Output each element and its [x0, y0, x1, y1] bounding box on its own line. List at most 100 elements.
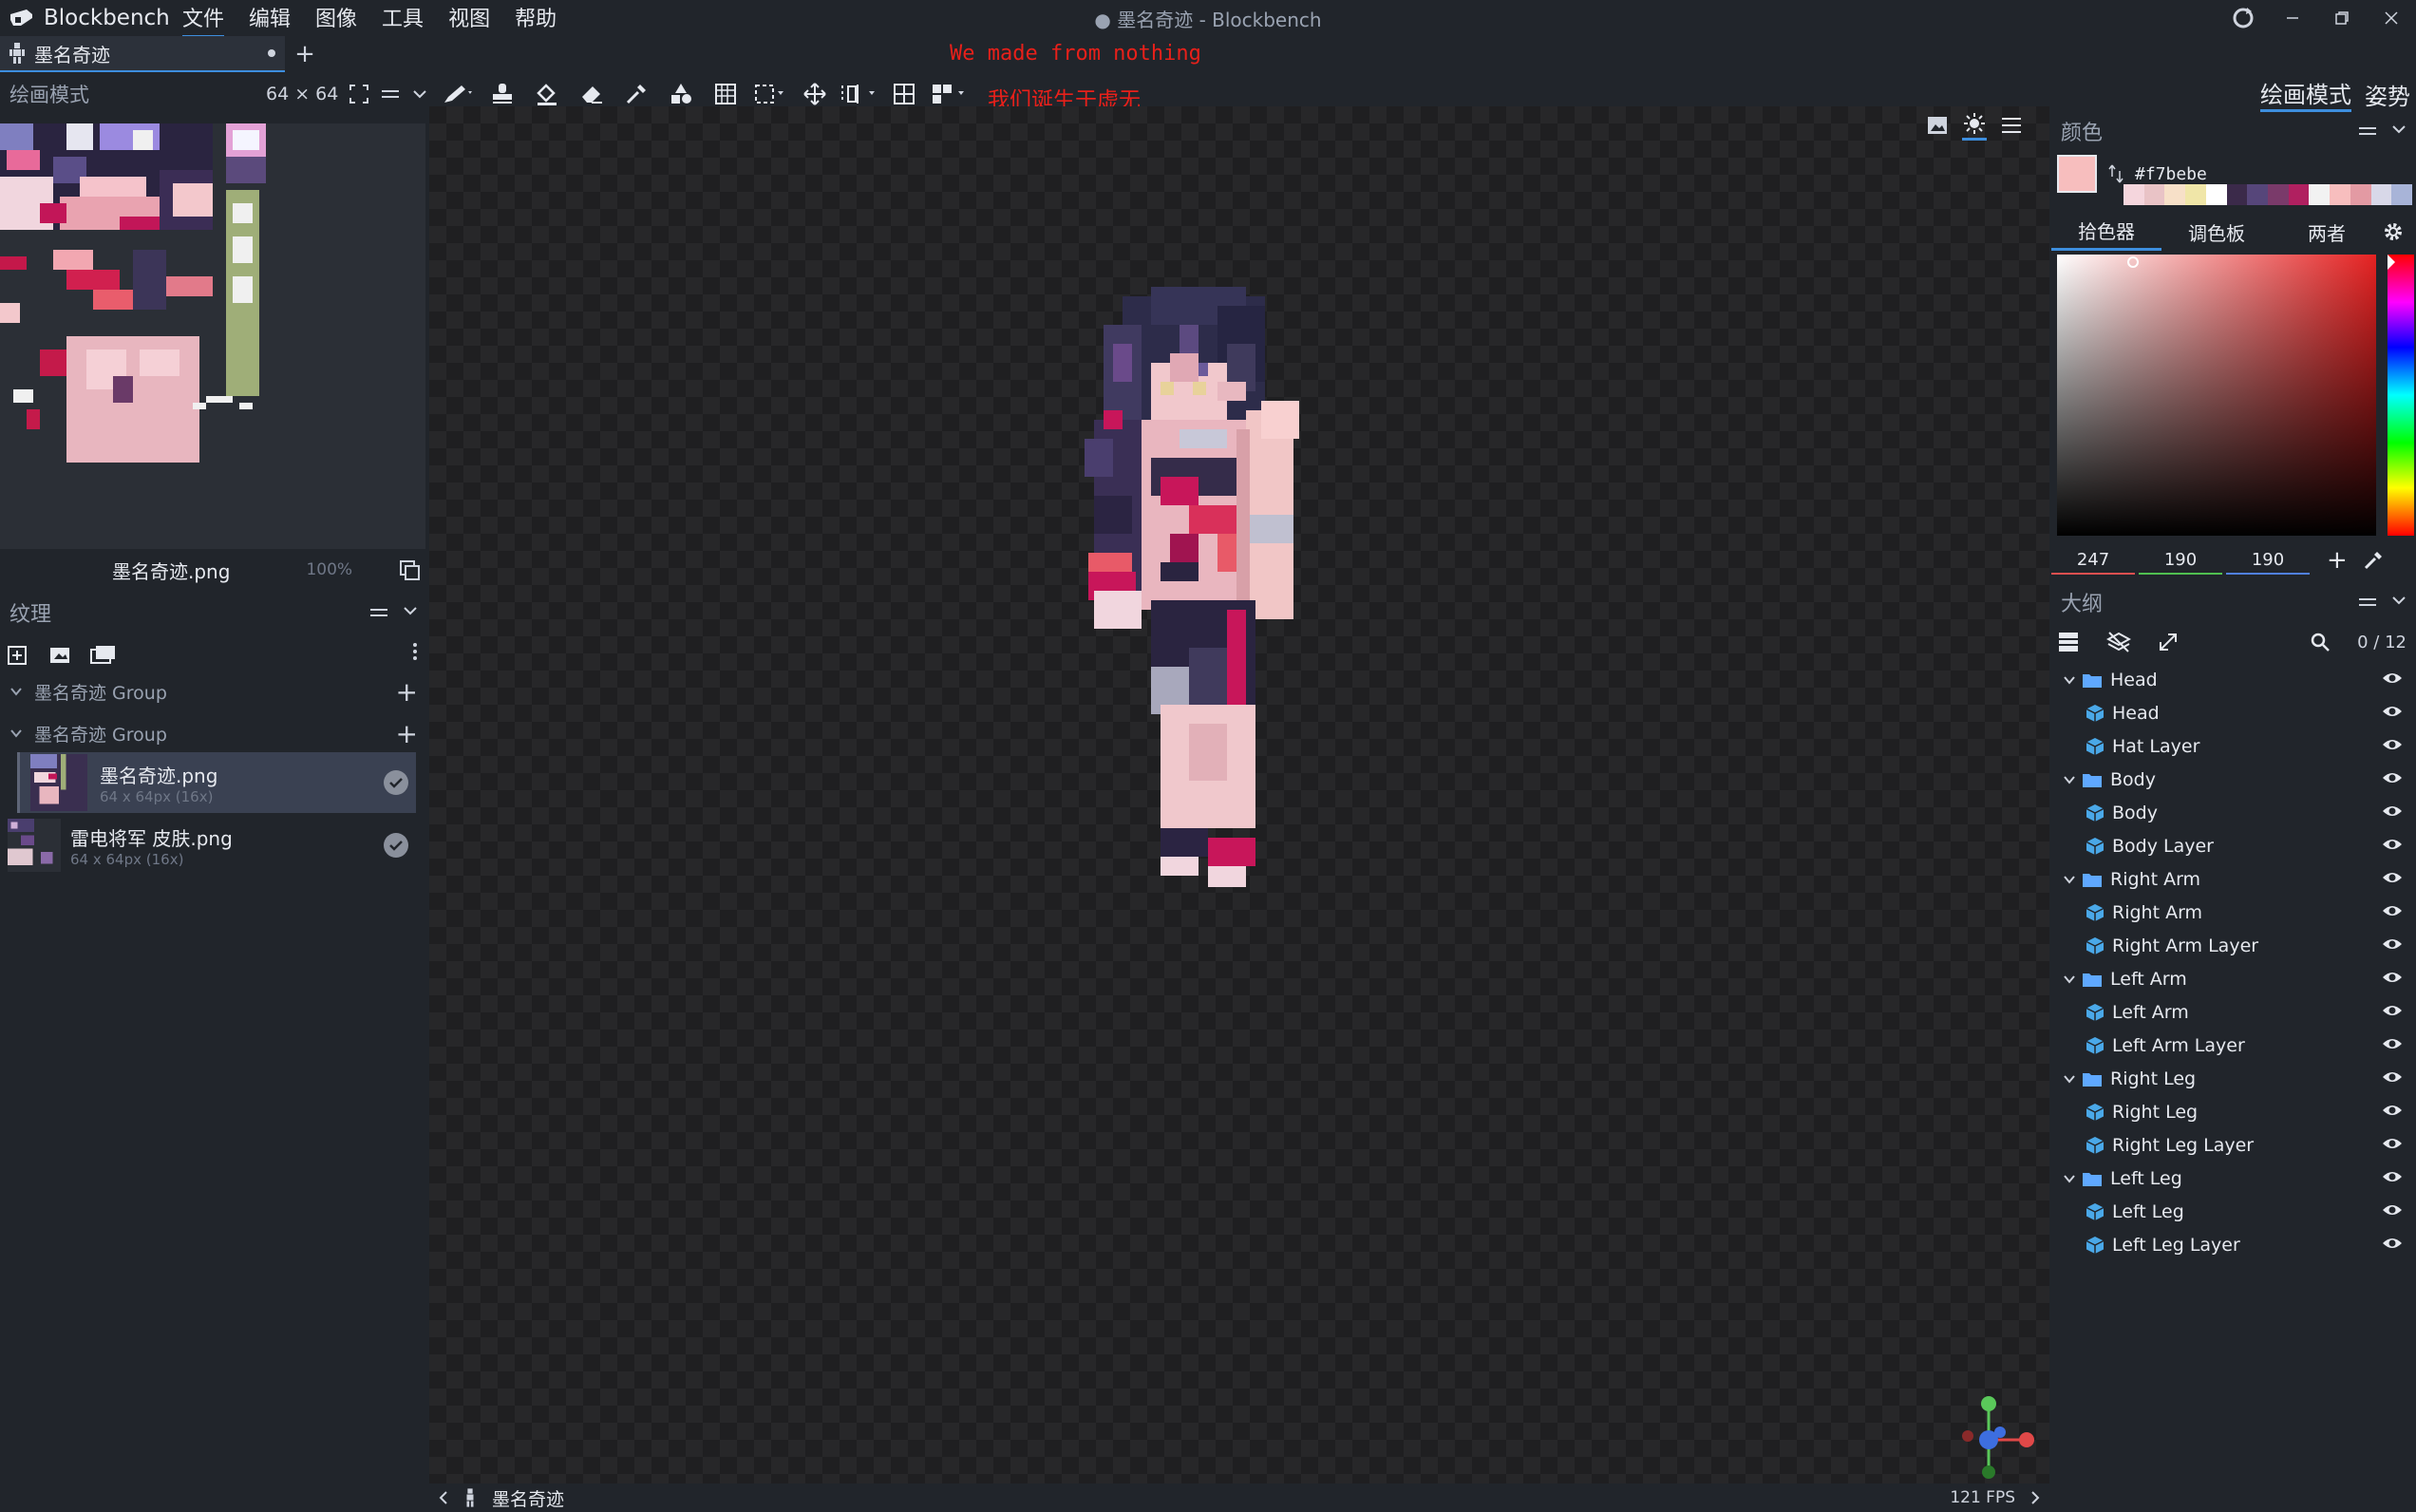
palette-swatch[interactable] — [2350, 184, 2371, 205]
outliner-cube[interactable]: Left Leg — [2051, 1195, 2416, 1228]
outliner-cube[interactable]: Left Arm — [2051, 995, 2416, 1029]
panel-menu-icon[interactable] — [380, 87, 401, 101]
chevron-down-icon[interactable] — [2051, 775, 2080, 784]
eyedropper-icon[interactable] — [2363, 550, 2384, 571]
eye-icon[interactable] — [2382, 903, 2403, 918]
import-texture-icon[interactable] — [47, 642, 74, 667]
blue-input[interactable]: 190 — [2226, 546, 2310, 575]
palette-swatch[interactable] — [2123, 184, 2144, 205]
app-brand[interactable]: Blockbench — [8, 0, 170, 36]
tab-palette[interactable]: 调色板 — [2161, 215, 2272, 250]
outliner-cube[interactable]: Right Leg — [2051, 1095, 2416, 1128]
texture-folder-icon[interactable] — [89, 642, 118, 667]
eye-icon[interactable] — [2382, 1036, 2403, 1051]
outliner-group[interactable]: Body — [2051, 763, 2416, 796]
saturation-value-picker[interactable] — [2057, 255, 2376, 536]
eye-icon[interactable] — [2382, 1136, 2403, 1151]
palette-swatch[interactable] — [2268, 184, 2289, 205]
eye-icon[interactable] — [2382, 936, 2403, 952]
menu-item[interactable]: 帮助 — [515, 0, 557, 38]
sync-icon[interactable] — [2218, 0, 2268, 36]
eye-icon[interactable] — [2382, 970, 2403, 985]
picker-handle[interactable] — [2127, 256, 2139, 268]
panel-menu-icon[interactable] — [368, 606, 389, 619]
texture-item[interactable]: 墨名奇迹.png 64 x 64px (16x) — [17, 752, 416, 813]
current-color-swatch[interactable] — [2057, 155, 2097, 193]
chevron-down-icon[interactable] — [9, 687, 23, 696]
eye-icon[interactable] — [2382, 837, 2403, 852]
chevron-down-icon[interactable] — [2051, 675, 2080, 685]
color-palette-strip[interactable] — [2123, 184, 2413, 205]
axis-gizmo-icon[interactable] — [1951, 1392, 2042, 1484]
outliner-group[interactable]: Head — [2051, 663, 2416, 696]
palette-swatch[interactable] — [2391, 184, 2413, 205]
eye-icon[interactable] — [2382, 803, 2403, 819]
restore-button[interactable] — [2317, 0, 2367, 36]
chevron-down-icon[interactable] — [2391, 595, 2407, 609]
eye-icon[interactable] — [2382, 770, 2403, 785]
texture-item[interactable]: 雷电将军 皮肤.png 64 x 64px (16x) — [0, 815, 416, 876]
chevron-down-icon[interactable] — [412, 89, 427, 99]
add-cube-icon[interactable] — [2057, 631, 2080, 653]
tab-project[interactable]: 墨名奇迹 — [0, 36, 285, 72]
eye-icon[interactable] — [2382, 671, 2403, 686]
outliner-cube[interactable]: Left Leg Layer — [2051, 1228, 2416, 1261]
tab-both[interactable]: 两者 — [2272, 215, 2382, 250]
swap-colors-icon[interactable] — [2108, 163, 2123, 184]
eye-icon[interactable] — [2382, 1003, 2403, 1018]
gear-icon[interactable] — [2382, 217, 2416, 247]
check-circle-icon[interactable] — [384, 833, 408, 858]
palette-swatch[interactable] — [2164, 184, 2186, 205]
green-input[interactable]: 190 — [2139, 546, 2222, 575]
outliner-group[interactable]: Right Arm — [2051, 862, 2416, 896]
outliner-group[interactable]: Left Arm — [2051, 962, 2416, 995]
eye-icon[interactable] — [2382, 1169, 2403, 1184]
palette-swatch[interactable] — [2143, 184, 2165, 205]
outliner-cube[interactable]: Body — [2051, 796, 2416, 829]
menu-item[interactable]: 编辑 — [249, 0, 291, 38]
close-button[interactable] — [2367, 0, 2416, 36]
hue-slider[interactable] — [2388, 255, 2414, 536]
eye-icon[interactable] — [2382, 1236, 2403, 1251]
palette-swatch[interactable] — [2309, 184, 2331, 205]
outliner-cube[interactable]: Left Arm Layer — [2051, 1029, 2416, 1062]
panel-menu-icon[interactable] — [2357, 124, 2378, 138]
viewport-menu-icon[interactable] — [2000, 116, 2023, 135]
outliner-group[interactable]: Right Leg — [2051, 1062, 2416, 1095]
eye-icon[interactable] — [2382, 1202, 2403, 1218]
chevron-down-icon[interactable] — [2051, 1074, 2080, 1084]
minimize-button[interactable] — [2268, 0, 2317, 36]
panel-menu-icon[interactable] — [2357, 595, 2378, 609]
3d-viewport[interactable] — [429, 106, 2049, 1489]
image-icon[interactable] — [1926, 114, 1949, 137]
eye-icon[interactable] — [2382, 1103, 2403, 1118]
eye-icon[interactable] — [2382, 870, 2403, 885]
palette-swatch[interactable] — [2226, 184, 2248, 205]
search-icon[interactable] — [2310, 632, 2331, 652]
add-texture-icon[interactable] — [6, 642, 32, 667]
chevron-left-icon[interactable] — [439, 1490, 448, 1505]
add-icon[interactable]: + — [396, 676, 418, 708]
expand-icon[interactable] — [2158, 632, 2179, 652]
palette-swatch[interactable] — [2370, 184, 2392, 205]
texture-group-row[interactable]: 墨名奇迹 Group + — [0, 713, 427, 753]
chevron-down-icon[interactable] — [2051, 875, 2080, 884]
copy-texture-icon[interactable] — [398, 558, 421, 581]
palette-swatch[interactable] — [2205, 184, 2227, 205]
eye-icon[interactable] — [2382, 1069, 2403, 1085]
skin-model[interactable] — [1075, 287, 1379, 971]
outliner-cube[interactable]: Right Arm — [2051, 896, 2416, 929]
eye-icon[interactable] — [2382, 737, 2403, 752]
menu-item[interactable]: 工具 — [382, 0, 424, 38]
brightness-icon[interactable] — [1962, 111, 1987, 141]
palette-swatch[interactable] — [2288, 184, 2310, 205]
tab-color-picker[interactable]: 拾色器 — [2051, 213, 2161, 251]
outliner-group[interactable]: Left Leg — [2051, 1162, 2416, 1195]
fullscreen-icon[interactable] — [349, 85, 369, 104]
chevron-down-icon[interactable] — [403, 606, 418, 619]
palette-swatch[interactable] — [2247, 184, 2269, 205]
chevron-right-icon[interactable] — [2030, 1490, 2040, 1505]
outliner-cube[interactable]: Head — [2051, 696, 2416, 729]
menu-item[interactable]: 视图 — [448, 0, 490, 38]
eye-icon[interactable] — [2382, 704, 2403, 719]
